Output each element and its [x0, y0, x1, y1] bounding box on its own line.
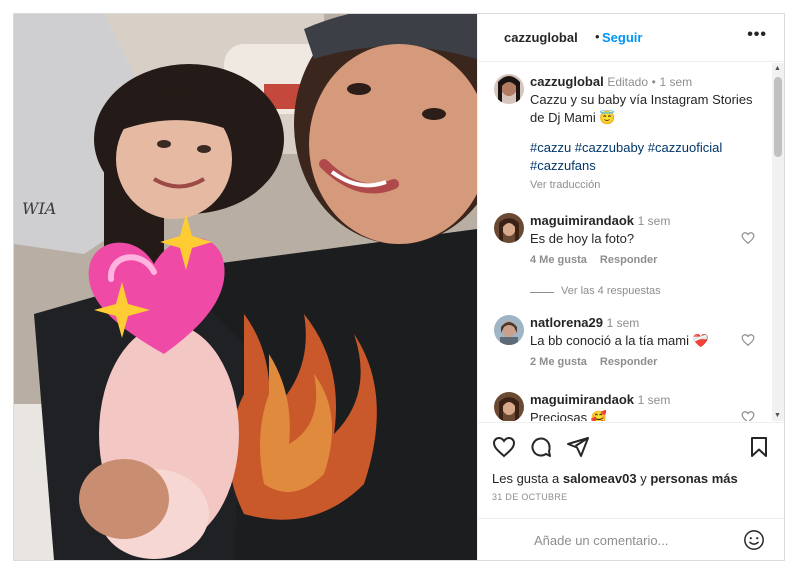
caption-avatar[interactable]	[494, 74, 524, 104]
comment-time: 1 sem	[637, 393, 671, 407]
comment-reply-button[interactable]: Responder	[600, 254, 657, 266]
comment-likes[interactable]: 4 Me gusta	[530, 254, 587, 266]
comment-username[interactable]: maguimirandaok	[530, 213, 634, 228]
view-replies-button[interactable]: Ver las 4 respuestas	[561, 285, 661, 297]
post-side-panel: cazzuglobal • Seguir ••• cazzuglobal Edi…	[477, 14, 784, 560]
add-comment-bar: Añade un comentario...	[478, 518, 784, 560]
comment-time: 1 sem	[606, 316, 640, 330]
follow-button[interactable]: Seguir	[602, 30, 642, 45]
comment-username[interactable]: maguimirandaok	[530, 392, 634, 407]
comment-like-heart-icon[interactable]	[741, 333, 755, 347]
bookmark-icon[interactable]	[747, 435, 771, 459]
comment-reply-button[interactable]: Responder	[600, 356, 657, 368]
comment-avatar[interactable]	[494, 392, 524, 421]
likes-summary: Les gusta a salomeav03 y personas más	[492, 471, 738, 486]
see-translation-link[interactable]: Ver traducción	[530, 179, 600, 191]
comment-text: La bb conoció a la tía mami ❤️‍🩹	[530, 333, 709, 348]
comment-meta: 2 Me gusta Responder	[530, 356, 657, 368]
caption-header-line: cazzuglobal Editado • 1 sem	[530, 73, 692, 91]
header-dot-separator: •	[595, 29, 600, 44]
likes-connector: y	[640, 471, 647, 486]
comment-time: 1 sem	[637, 214, 671, 228]
post-photo[interactable]: WIA	[14, 14, 477, 560]
comment-like-heart-icon[interactable]	[741, 410, 755, 421]
comment-avatar[interactable]	[494, 213, 524, 243]
caption-edited: Editado	[607, 75, 649, 89]
svg-text:WIA: WIA	[22, 199, 56, 218]
caption-text-1: Cazzu y su baby vía Instagram Stories	[530, 92, 753, 107]
comment-avatar[interactable]	[494, 315, 524, 345]
post-photo-illustration: WIA	[14, 14, 477, 560]
post-date[interactable]: 31 DE OCTUBRE	[492, 492, 567, 502]
comment-icon[interactable]	[529, 435, 553, 459]
replies-divider	[530, 292, 554, 293]
instagram-post-modal: WIA cazzuglobal • Seguir ••• cazzuglobal…	[13, 13, 785, 561]
heart-icon[interactable]	[492, 435, 516, 459]
caption-hashtags-2[interactable]: #cazzufans	[530, 157, 596, 175]
post-header: cazzuglobal • Seguir •••	[478, 14, 784, 62]
comment-text: Es de hoy la foto?	[530, 231, 635, 246]
post-actions: Les gusta a salomeav03 y personas más 31…	[478, 422, 784, 560]
comment-meta: 4 Me gusta Responder	[530, 254, 657, 266]
comment-header: natlorena29 1 sem	[530, 314, 639, 332]
likes-others-link[interactable]: personas más	[650, 471, 737, 486]
scroll-up-arrow-icon[interactable]: ▲	[774, 65, 781, 72]
send-icon[interactable]	[566, 435, 590, 459]
caption-text-2: de Dj Mami 😇	[530, 110, 616, 125]
scroll-down-arrow-icon[interactable]: ▼	[774, 412, 781, 419]
comment-text: Preciosas 🥰	[530, 410, 607, 421]
comment-likes[interactable]: 2 Me gusta	[530, 356, 587, 368]
caption-hashtags-1[interactable]: #cazzu #cazzubaby #cazzuoficial	[530, 139, 722, 157]
comment-like-heart-icon[interactable]	[741, 231, 755, 245]
comment-header: maguimirandaok 1 sem	[530, 391, 670, 409]
comment-header: maguimirandaok 1 sem	[530, 212, 670, 230]
comments-scrollbar[interactable]: ▲ ▼	[772, 63, 784, 421]
scrollbar-thumb[interactable]	[774, 77, 782, 157]
emoji-icon[interactable]	[743, 529, 765, 551]
comment-username[interactable]: natlorena29	[530, 315, 603, 330]
caption-username[interactable]: cazzuglobal	[530, 74, 604, 89]
header-username[interactable]: cazzuglobal	[504, 30, 578, 45]
likes-user-link[interactable]: salomeav03	[563, 471, 637, 486]
comments-list[interactable]: cazzuglobal Editado • 1 sem Cazzu y su b…	[478, 63, 773, 421]
likes-prefix: Les gusta a	[492, 471, 560, 486]
caption-time[interactable]: 1 sem	[659, 75, 692, 89]
add-comment-input[interactable]: Añade un comentario...	[534, 533, 668, 548]
caption-separator: •	[651, 75, 656, 89]
more-options-icon[interactable]: •••	[747, 26, 767, 44]
